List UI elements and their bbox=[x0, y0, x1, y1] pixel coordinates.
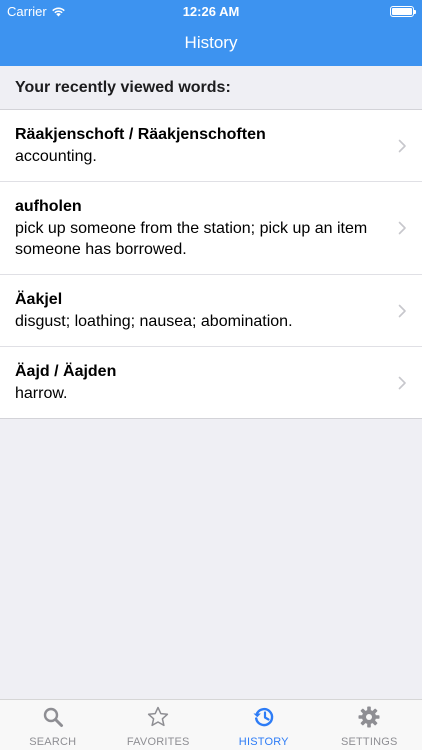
history-row[interactable]: Räakjenschoft / Räakjenschoften accounti… bbox=[0, 110, 422, 181]
history-word: Räakjenschoft / Räakjenschoften bbox=[15, 126, 266, 143]
section-header: Your recently viewed words: bbox=[0, 66, 422, 110]
chevron-right-icon bbox=[398, 139, 406, 152]
history-definition: disgust; loathing; nausea; abomination. bbox=[15, 313, 293, 330]
tab-search[interactable]: SEARCH bbox=[0, 700, 106, 750]
history-icon bbox=[253, 707, 274, 727]
history-definition: pick up someone from the station; pick u… bbox=[15, 220, 368, 258]
star-icon bbox=[148, 706, 169, 727]
history-row[interactable]: Äajd / Äajden harrow. bbox=[0, 346, 422, 418]
tab-history[interactable]: HISTORY bbox=[211, 700, 317, 750]
history-definition: accounting. bbox=[15, 148, 97, 165]
status-bar: Carrier 12:26 AM bbox=[0, 0, 422, 22]
chevron-right-icon bbox=[398, 376, 406, 389]
tab-bar: SEARCH FAVORITES HISTORY SETTINGS bbox=[0, 699, 422, 750]
status-time: 12:26 AM bbox=[182, 4, 240, 19]
history-row[interactable]: aufholen pick up someone from the statio… bbox=[0, 181, 422, 274]
tab-label: SEARCH bbox=[29, 736, 77, 748]
tab-favorites[interactable]: FAVORITES bbox=[106, 700, 212, 750]
tab-settings[interactable]: SETTINGS bbox=[317, 700, 422, 750]
chevron-right-icon bbox=[398, 221, 406, 235]
history-word: aufholen bbox=[15, 198, 82, 215]
history-definition: harrow. bbox=[15, 385, 68, 402]
chevron-right-icon bbox=[398, 304, 406, 317]
tab-label: SETTINGS bbox=[340, 736, 398, 748]
history-word: Äajd / Äajden bbox=[15, 363, 117, 380]
navigation-bar: Carrier 12:26 AM History bbox=[0, 0, 422, 66]
search-icon bbox=[43, 707, 63, 727]
battery-icon bbox=[390, 6, 416, 17]
page-title: History bbox=[184, 33, 238, 52]
history-word: Äakjel bbox=[15, 291, 63, 308]
tab-label: HISTORY bbox=[238, 736, 289, 748]
tab-label: FAVORITES bbox=[126, 736, 190, 748]
history-list: Räakjenschoft / Räakjenschoften accounti… bbox=[0, 110, 422, 419]
gear-icon bbox=[358, 706, 380, 728]
history-row[interactable]: Äakjel disgust; loathing; nausea; abomin… bbox=[0, 274, 422, 346]
